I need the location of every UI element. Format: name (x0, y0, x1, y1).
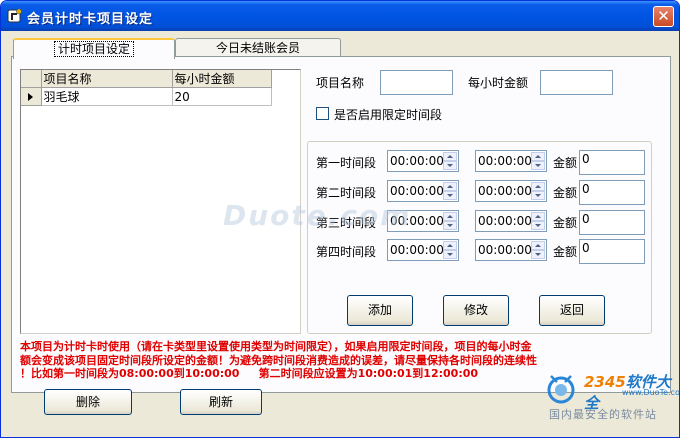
edit-button[interactable]: 修改 (443, 295, 509, 326)
title-bar[interactable]: 会员计时卡项目设定 ✕ (1, 1, 679, 31)
app-icon (7, 8, 22, 23)
limit-period-label: 是否启用限定时间段 (334, 108, 443, 122)
spin-up-icon[interactable] (531, 182, 545, 191)
spin-up-icon[interactable] (443, 182, 457, 191)
item-name-label: 项目名称 (316, 76, 365, 90)
spin-down-icon[interactable] (443, 191, 457, 200)
spin-up-icon[interactable] (443, 152, 457, 161)
arrow-right-icon (28, 92, 33, 101)
spin-down-icon[interactable] (443, 250, 457, 259)
spin-down-icon[interactable] (443, 161, 457, 170)
tab-label: 今日未结账会员 (215, 41, 300, 55)
period-4-start-stepper[interactable]: 00:00:00 (387, 239, 459, 261)
site-logo-icon (547, 375, 575, 404)
spin-down-icon[interactable] (443, 221, 457, 230)
window-title: 会员计时卡项目设定 (27, 12, 154, 27)
spin-down-icon[interactable] (531, 191, 545, 200)
refresh-button[interactable]: 刷新 (180, 389, 262, 415)
period-2-end-value: 00:00:00 (478, 184, 532, 198)
help-note-line-2: 额会变成该项目固定时间段所设定的金额！为避免跨时间段消费造成的误差，请尽量保持各… (20, 353, 537, 367)
help-note-line-1: 本项目为计时卡时使用（请在卡类型里设置使用类型为时间限定），如果启用限定时间段，… (20, 340, 532, 353)
grid-corner (21, 70, 42, 88)
add-button[interactable]: 添加 (347, 295, 413, 326)
period-2-start-value: 00:00:00 (390, 184, 444, 198)
hourly-amount-input[interactable] (540, 70, 613, 95)
period-4-label: 第四时间段 (316, 245, 377, 259)
site-slogan: 国内最安全的软件站 (549, 408, 657, 421)
period-1-end-stepper[interactable]: 00:00:00 (475, 150, 547, 172)
spin-up-icon[interactable] (531, 212, 545, 221)
spin-down-icon[interactable] (531, 250, 545, 259)
period-2-amount-input[interactable]: 0 (579, 180, 645, 205)
delete-button[interactable]: 删除 (44, 389, 132, 415)
item-name-input[interactable] (380, 70, 453, 95)
spin-up-icon[interactable] (531, 241, 545, 250)
table-row[interactable]: 羽毛球 20 (21, 87, 272, 106)
main-window: 会员计时卡项目设定 ✕ 计时项目设定 今日未结账会员 项目名称 每小时金额 羽毛… (0, 0, 680, 438)
period-1-amount-label: 金额 (553, 156, 578, 170)
period-2-amount-label: 金额 (553, 186, 578, 200)
watermark-text: Duote.com (223, 199, 412, 232)
period-4-start-value: 00:00:00 (390, 243, 444, 257)
cell-amount[interactable]: 20 (172, 87, 272, 106)
period-1-amount-input[interactable]: 0 (579, 150, 645, 175)
period-1-label: 第一时间段 (316, 156, 377, 170)
back-button[interactable]: 返回 (539, 295, 605, 326)
hourly-amount-label: 每小时金额 (468, 76, 529, 90)
column-header-name[interactable]: 项目名称 (41, 70, 173, 88)
tab-timing-items[interactable]: 计时项目设定 (13, 38, 175, 59)
row-indicator (21, 87, 42, 106)
site-brand-number: 2345 (584, 373, 626, 391)
spin-up-icon[interactable] (531, 152, 545, 161)
limit-period-checkbox[interactable] (316, 107, 329, 120)
cell-name[interactable]: 羽毛球 (41, 87, 173, 106)
period-4-end-value: 00:00:00 (478, 243, 532, 257)
period-3-end-stepper[interactable]: 00:00:00 (475, 210, 547, 232)
tab-label: 计时项目设定 (53, 41, 134, 57)
close-button[interactable]: ✕ (653, 6, 674, 27)
column-header-amount[interactable]: 每小时金额 (172, 70, 272, 88)
period-4-amount-input[interactable]: 0 (579, 239, 645, 264)
spin-down-icon[interactable] (531, 221, 545, 230)
grid-header: 项目名称 每小时金额 (21, 70, 272, 88)
spin-up-icon[interactable] (443, 241, 457, 250)
period-3-amount-label: 金额 (553, 216, 578, 230)
period-3-end-value: 00:00:00 (478, 214, 532, 228)
period-3-amount-input[interactable]: 0 (579, 210, 645, 235)
period-1-start-stepper[interactable]: 00:00:00 (387, 150, 459, 172)
period-1-end-value: 00:00:00 (478, 154, 532, 168)
spin-up-icon[interactable] (443, 212, 457, 221)
period-1-start-value: 00:00:00 (390, 154, 444, 168)
period-4-amount-label: 金额 (553, 245, 578, 259)
close-icon: ✕ (657, 7, 670, 25)
site-url: www.DuoTe.com (622, 388, 680, 397)
period-4-end-stepper[interactable]: 00:00:00 (475, 239, 547, 261)
spin-down-icon[interactable] (531, 161, 545, 170)
period-2-end-stepper[interactable]: 00:00:00 (475, 180, 547, 202)
